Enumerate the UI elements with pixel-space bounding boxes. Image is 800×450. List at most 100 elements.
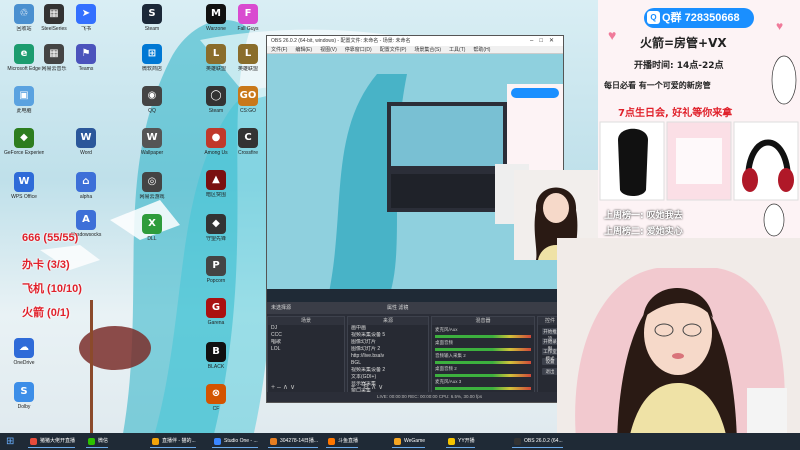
desktop-icon[interactable]: ◆ 守望先锋 (196, 214, 236, 242)
app-icon (270, 438, 277, 445)
desktop-icon[interactable]: L 英雄联盟 (228, 44, 268, 72)
desktop-icon-label: GeForce Experience (4, 150, 44, 156)
desktop-icon[interactable]: ➤ 飞书 (66, 4, 106, 32)
volume-meter[interactable] (435, 348, 531, 351)
obs-menu-item[interactable]: 停靠窗口(D) (345, 47, 372, 53)
desktop-icon[interactable]: F Fall Guys (228, 4, 268, 32)
desktop-icon[interactable]: S Dolby (4, 382, 44, 410)
source-item[interactable]: 文本(GDI+) (348, 374, 428, 381)
control-button[interactable]: 退出 (542, 368, 558, 375)
control-button[interactable]: 工作室模式 (542, 348, 558, 361)
taskbar-item[interactable]: 猪猪大佬开直播 (28, 435, 76, 448)
source-item[interactable]: 视频采集设备 5 (348, 332, 428, 339)
taskbar-item[interactable]: Studio One - ... (212, 435, 258, 448)
desktop-icon[interactable]: ▲ 暗区突围 (196, 170, 236, 198)
desktop-icon-label: 英雄联盟 (237, 66, 258, 72)
desktop-icon[interactable]: ▣ 此电脑 (4, 86, 44, 114)
desktop-icon-label: Dolby (17, 404, 31, 410)
mixer-channel-label: 桌面音频 2 (435, 366, 457, 371)
taskbar-label: YY开播 (458, 438, 475, 444)
desktop-icon[interactable]: ⊗ CF (196, 384, 236, 412)
app-icon: A (76, 210, 96, 230)
scenes-controls[interactable]: + – ∧ ∨ (271, 383, 295, 391)
source-item[interactable]: BGL (348, 360, 428, 367)
qq-group-badge: Q Q群 728350668 (644, 8, 754, 28)
desktop-icon-label: Popcorn (206, 278, 226, 284)
app-icon: C (238, 128, 258, 148)
volume-meter[interactable] (435, 335, 531, 338)
desktop-icon[interactable]: P Popcorn (196, 256, 236, 284)
control-button[interactable]: 开始推流 (542, 328, 558, 341)
obs-menu-item[interactable]: 文件(F) (271, 47, 287, 53)
obs-menu-item[interactable]: 工具(T) (449, 47, 465, 53)
source-item[interactable]: 图像幻灯片 2 (348, 346, 428, 353)
desktop-icon[interactable]: S Steam (132, 4, 172, 32)
desktop-icon[interactable]: ◎ 网易云游戏 (132, 172, 172, 200)
desktop-icon-label: WPS Office (11, 194, 37, 200)
desktop-icon[interactable]: ⚑ Teams (66, 44, 106, 72)
stream-promo-panel: ♥ ♥ Q Q群 728350668 火箭=房管+VX 开播时间: 14点-22… (598, 0, 800, 238)
desktop-icon-label: Word (80, 150, 92, 156)
sources-title: 来源 (348, 317, 428, 325)
desktop-icon[interactable]: X DLL (132, 214, 172, 242)
obs-menu-item[interactable]: 编辑(E) (295, 47, 312, 53)
desktop-icon[interactable]: C Crossfire (228, 128, 268, 156)
obs-menu-item[interactable]: 场景集合(S) (414, 47, 441, 53)
volume-meter[interactable] (435, 387, 531, 390)
desktop-icon[interactable]: W Word (66, 128, 106, 156)
gift-goal-1: 666 (55/55) (22, 232, 79, 244)
volume-meter[interactable] (435, 361, 531, 364)
desktop-icon[interactable]: ◉ QQ (132, 86, 172, 114)
desktop-icon[interactable]: ⊞ 微软商店 (132, 44, 172, 72)
scene-item[interactable]: CCC (268, 332, 344, 339)
obs-menu-item[interactable]: 帮助(H) (473, 47, 490, 53)
taskbar-item[interactable]: YY开播 (446, 435, 475, 448)
desktop-icon-label: CF (212, 406, 220, 412)
desktop-icon-label: 网易云游戏 (139, 194, 165, 200)
taskbar-item[interactable]: OBS 26.0.2 (64... (512, 435, 563, 448)
source-item[interactable]: http://live.bsalv (348, 353, 428, 360)
properties-filters[interactable]: 属性 滤镜 (387, 302, 408, 314)
taskbar-item[interactable]: WeGame (392, 435, 426, 448)
desktop-icon-label: 暗区突围 (205, 192, 226, 198)
source-item[interactable]: 图像幻灯片 (348, 339, 428, 346)
taskbar-item[interactable]: 微信 (86, 435, 109, 448)
app-icon: ☁ (14, 338, 34, 358)
promo-daily: 每日必看 有一个可爱的新房管 (604, 81, 711, 90)
window-controls[interactable]: –□✕ (530, 36, 560, 46)
taskbar-item[interactable]: 斗鱼直播 (326, 435, 359, 448)
scene-item[interactable]: DJ (268, 325, 344, 332)
app-icon: G (206, 298, 226, 318)
desktop-icon[interactable]: ⌂ alpha (66, 172, 106, 200)
desktop-icon[interactable]: GO CS:GO (228, 86, 268, 114)
start-button[interactable]: ⊞ (6, 436, 17, 447)
control-button[interactable]: 开始录制 (542, 338, 558, 351)
volume-meter[interactable] (435, 374, 531, 377)
scene-item[interactable]: 唱歌 (268, 339, 344, 346)
scenes-title: 场景 (268, 317, 344, 325)
sources-controls[interactable]: + – ⚙ ∧ ∨ (351, 383, 383, 391)
scene-item[interactable]: LOL (268, 346, 344, 353)
desktop-icon[interactable]: W WPS Office (4, 172, 44, 200)
obs-menu-item[interactable]: 视图(V) (320, 47, 337, 53)
desktop-icon[interactable]: B BLACK (196, 342, 236, 370)
source-item[interactable]: 视频采集设备 2 (348, 367, 428, 374)
taskbar-label: 304278-14日播... (280, 438, 319, 444)
taskbar-item[interactable]: 直播伴 - 猫的... (150, 435, 196, 448)
desktop-icon-label: 此电脑 (16, 108, 32, 114)
app-icon: ➤ (76, 4, 96, 24)
desktop-icon[interactable]: G Garena (196, 298, 236, 326)
desktop-icon[interactable]: W Wallpaper (132, 128, 172, 156)
app-icon (328, 438, 335, 445)
app-icon: ▲ (206, 170, 226, 190)
desktop-icon[interactable]: ◆ GeForce Experience (4, 128, 44, 156)
desktop-icon[interactable]: ☁ OneDrive (4, 338, 44, 366)
app-icon (448, 438, 455, 445)
obs-titlebar[interactable]: OBS 26.0.2 (64-bit, windows) - 配置文件: 未命名… (267, 36, 563, 46)
taskbar-item[interactable]: 304278-14日播... (268, 435, 319, 448)
source-item[interactable]: 画中画 (348, 325, 428, 332)
obs-menu-item[interactable]: 配置文件(P) (380, 47, 407, 53)
desktop-icon-label: CS:GO (239, 108, 257, 114)
control-button[interactable]: 设置 (542, 358, 558, 365)
app-icon: ▣ (14, 86, 34, 106)
